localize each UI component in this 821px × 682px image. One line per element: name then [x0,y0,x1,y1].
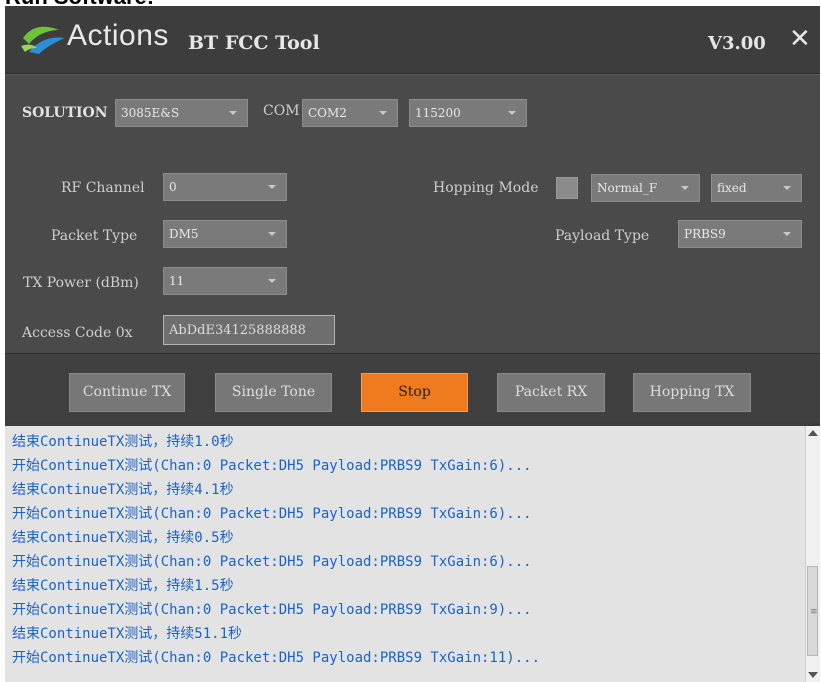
chevron-down-icon [268,279,276,283]
log-line: 开始ContinueTX测试(Chan:0 Packet:DH5 Payload… [12,506,532,522]
scroll-up-icon[interactable] [808,430,818,436]
packet-type-label: Packet Type [51,228,138,244]
chevron-down-icon [783,232,791,236]
hopping-mode-label: Hopping Mode [433,180,539,196]
access-code-input[interactable]: AbDdE34125888888 [163,315,335,345]
log-line: 开始ContinueTX测试(Chan:0 Packet:DH5 Payload… [12,554,532,570]
log-line: 开始ContinueTX测试(Chan:0 Packet:DH5 Payload… [12,458,532,474]
hopping-freq-select[interactable]: fixed [711,174,802,202]
log-line: 结束ContinueTX测试，持续0.5秒 [12,530,234,546]
rf-channel-value: 0 [169,180,177,194]
version-label: V3.00 [708,33,766,54]
log-scrollbar[interactable]: ≡ [805,426,820,682]
title-bar: Actions BT FCC Tool V3.00 ✕ [5,6,820,74]
rf-channel-select[interactable]: 0 [163,173,287,201]
log-output[interactable]: 结束ContinueTX测试，持续1.0秒 开始ContinueTX测试(Cha… [5,426,805,682]
app-window: Actions BT FCC Tool V3.00 ✕ SOLUTION 308… [5,6,820,682]
actions-logo-icon [21,26,65,54]
hopping-freq-value: fixed [717,181,747,195]
com-port-value: COM2 [308,106,347,120]
chevron-down-icon [379,111,387,115]
hopping-mode-value: Normal_F [597,181,658,195]
chevron-down-icon [508,111,516,115]
access-code-label: Access Code 0x [22,325,133,341]
single-tone-button[interactable]: Single Tone [215,373,332,412]
solution-label: SOLUTION [22,105,108,121]
chevron-down-icon [229,111,237,115]
log-line: 结束ContinueTX测试，持续51.1秒 [12,626,243,642]
log-line: 开始ContinueTX测试(Chan:0 Packet:DH5 Payload… [12,602,532,618]
rf-channel-label: RF Channel [61,180,145,196]
scroll-down-icon[interactable] [808,672,818,678]
chevron-down-icon [681,186,689,190]
solution-value: 3085E&S [121,106,180,120]
access-code-value: AbDdE34125888888 [169,323,306,338]
hopping-tx-button[interactable]: Hopping TX [633,373,751,412]
close-icon[interactable]: ✕ [789,26,811,52]
hopping-mode-select[interactable]: Normal_F [591,174,700,202]
log-line: 结束ContinueTX测试，持续1.0秒 [12,434,234,450]
com-label: COM [263,103,300,119]
scrollbar-thumb[interactable]: ≡ [807,566,818,656]
app-title: BT FCC Tool [188,32,320,54]
solution-select[interactable]: 3085E&S [115,99,248,127]
com-port-select[interactable]: COM2 [302,99,398,127]
rf-settings-panel: RF Channel 0 Hopping Mode Normal_F fixed… [5,145,820,354]
continue-tx-button[interactable]: Continue TX [69,373,185,412]
chevron-down-icon [783,186,791,190]
chevron-down-icon [268,232,276,236]
baud-rate-select[interactable]: 115200 [409,99,527,127]
packet-type-value: DM5 [169,227,199,241]
tx-power-label: TX Power (dBm) [23,275,139,291]
chevron-down-icon [268,185,276,189]
log-line: 结束ContinueTX测试，持续1.5秒 [12,578,234,594]
tx-power-value: 11 [169,274,185,288]
payload-type-value: PRBS9 [684,227,726,241]
brand-name: Actions [67,19,169,52]
stop-button[interactable]: Stop [361,373,468,412]
log-line: 结束ContinueTX测试，持续4.1秒 [12,482,234,498]
tx-power-select[interactable]: 11 [163,267,287,295]
hopping-mode-checkbox[interactable] [556,177,578,199]
baud-rate-value: 115200 [415,106,461,120]
packet-rx-button[interactable]: Packet RX [497,373,605,412]
payload-type-select[interactable]: PRBS9 [678,220,802,248]
grip-icon: ≡ [810,607,818,617]
connection-panel: SOLUTION 3085E&S COM COM2 115200 [5,74,820,146]
log-line: 开始ContinueTX测试(Chan:0 Packet:DH5 Payload… [12,650,541,666]
packet-type-select[interactable]: DM5 [163,220,287,248]
payload-type-label: Payload Type [555,228,650,244]
